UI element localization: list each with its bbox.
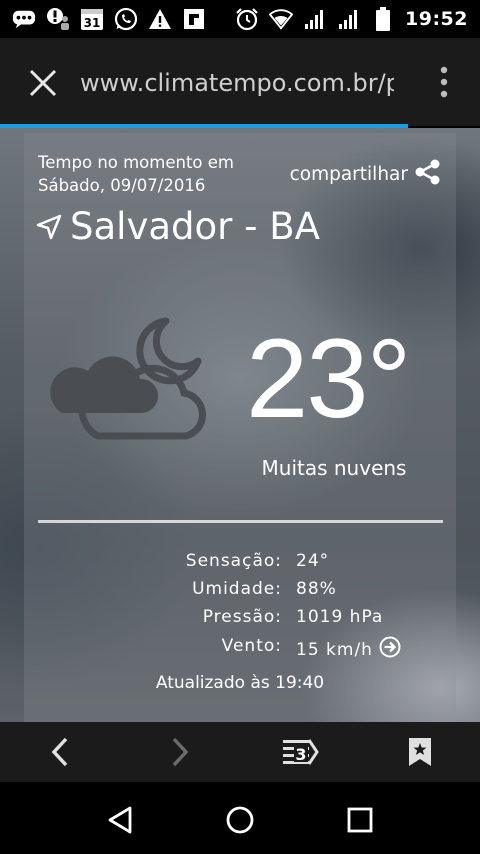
share-label: compartilhar [289, 164, 408, 185]
detail-row-pressure: Pressão: 1019 hPa [24, 607, 456, 631]
city-name: Salvador - BA [70, 205, 320, 248]
whatsapp-icon [114, 7, 138, 31]
warning-icon [148, 7, 172, 31]
detail-value: 15 km/h [296, 639, 373, 660]
wind-direction-icon [379, 636, 401, 663]
signal-icon [337, 7, 361, 31]
alarm-icon [235, 7, 259, 31]
browser-toolbar: 3 [0, 722, 480, 782]
detail-row-feels-like: Sensação: 24° [24, 551, 456, 575]
now-label-text: Tempo no momento em [38, 153, 234, 172]
share-icon [414, 158, 442, 191]
date-text: Sábado, 09/07/2016 [38, 176, 206, 195]
nav-back-icon[interactable] [100, 800, 140, 840]
detail-label: Umidade: [192, 579, 282, 599]
cloud-moon-icon [48, 313, 218, 443]
tabs-button[interactable]: 3 [280, 732, 320, 772]
updated-time: Atualizado às 19:40 [155, 673, 325, 693]
browser-url-bar: www.climatempo.com.br/p [0, 38, 480, 126]
detail-label: Pressão: [202, 607, 282, 627]
battery-icon [371, 7, 395, 31]
bookmark-icon[interactable] [400, 732, 440, 772]
wifi-icon [269, 7, 294, 31]
detail-label: Sensação: [185, 551, 282, 571]
detail-label: Vento: [221, 636, 282, 656]
city-title: Salvador - BA [36, 205, 320, 248]
signal-icon [303, 7, 327, 31]
calendar-day: 31 [84, 16, 101, 30]
flipboard-icon [182, 7, 206, 31]
system-navigation-bar [0, 782, 480, 854]
nav-recents-icon[interactable] [340, 800, 380, 840]
tab-count: 3 [295, 745, 306, 764]
nav-home-icon[interactable] [220, 800, 260, 840]
weather-page: Tempo no momento em Sábado, 09/07/2016 c… [0, 128, 480, 722]
detail-row-wind: Vento: 15 km/h [24, 636, 456, 660]
divider [38, 520, 443, 523]
overflow-menu-icon[interactable] [430, 64, 458, 100]
chat-icon [12, 7, 36, 31]
detail-value: 1019 hPa [296, 607, 384, 627]
detail-value: 88% [296, 579, 337, 599]
clock: 19:52 [405, 8, 468, 30]
back-arrow-icon[interactable] [40, 732, 80, 772]
location-arrow-icon [36, 214, 62, 240]
current-time-label: Tempo no momento em Sábado, 09/07/2016 [38, 151, 278, 197]
forward-arrow-icon[interactable] [160, 732, 200, 772]
weather-card: Tempo no momento em Sábado, 09/07/2016 c… [24, 133, 456, 722]
url-field[interactable]: www.climatempo.com.br/p [80, 66, 394, 100]
close-icon[interactable] [26, 66, 60, 100]
detail-value: 24° [296, 551, 330, 571]
calendar-icon: 31 [80, 7, 104, 31]
alert-person-icon [46, 7, 70, 31]
condition-label: Muitas nuvens [261, 456, 407, 480]
status-bar: 31 19:52 [0, 0, 480, 38]
detail-row-humidity: Umidade: 88% [24, 579, 456, 603]
temperature: 23° [246, 316, 411, 441]
wind-value: 15 km/h [296, 636, 401, 663]
share-button[interactable]: compartilhar [290, 158, 442, 191]
